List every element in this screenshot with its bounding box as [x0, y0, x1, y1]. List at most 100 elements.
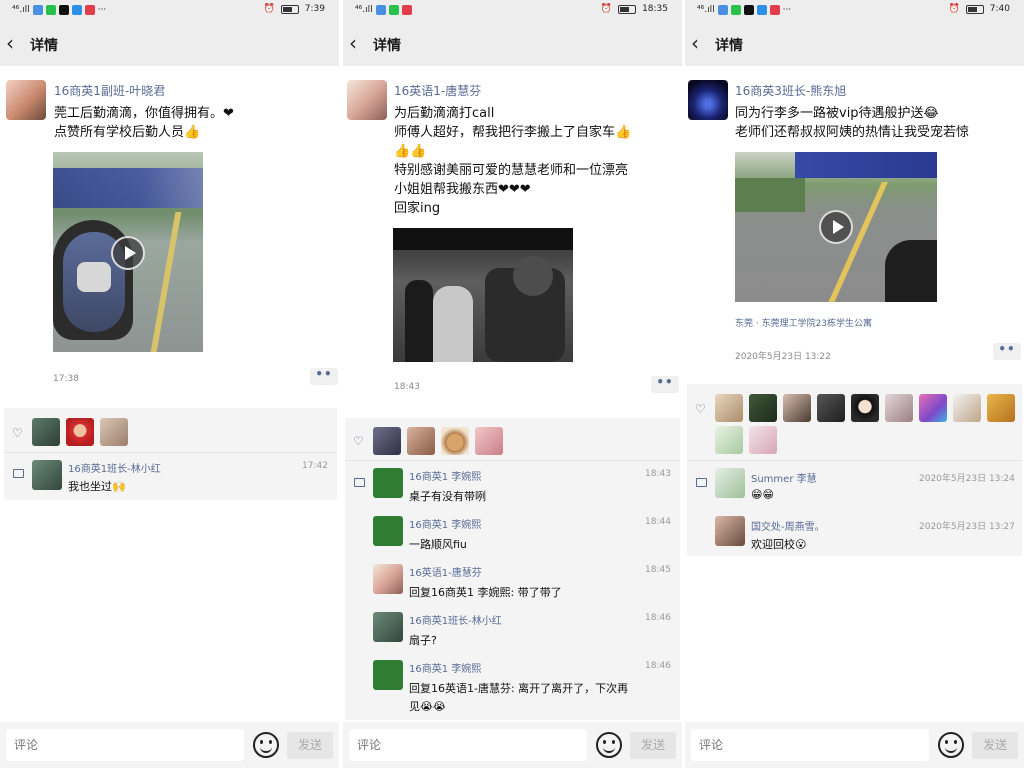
- more-options-button[interactable]: ••: [993, 343, 1021, 360]
- post-line: 老师们还帮叔叔阿姨的热情让我受宠若惊: [735, 125, 970, 140]
- comment-avatar[interactable]: [373, 660, 403, 690]
- nav-bar: ‹ 详情: [0, 22, 339, 66]
- app-icon: [45, 5, 56, 15]
- like-avatar[interactable]: [66, 418, 94, 446]
- comment-input[interactable]: [691, 729, 929, 761]
- battery-icon: [965, 4, 984, 14]
- author-name[interactable]: 16商英1副班-叶晓君: [54, 82, 165, 99]
- back-chevron-icon[interactable]: ‹: [691, 32, 711, 54]
- like-avatar[interactable]: [475, 427, 503, 455]
- like-avatar[interactable]: [441, 427, 469, 455]
- like-avatar[interactable]: [715, 426, 743, 454]
- back-chevron-icon[interactable]: ‹: [349, 32, 369, 54]
- send-button[interactable]: 发送: [972, 732, 1018, 759]
- signal-icon: ⁴⁶.ıll: [12, 5, 30, 15]
- post-video-thumbnail[interactable]: [735, 152, 937, 302]
- comment-avatar[interactable]: [715, 468, 745, 498]
- nav-bar: ‹ 详情: [343, 22, 682, 66]
- send-button[interactable]: 发送: [287, 732, 333, 759]
- app-icon: [84, 5, 95, 15]
- divider: [345, 460, 680, 461]
- comment-avatar[interactable]: [373, 468, 403, 498]
- comment-text: 😁😁: [751, 488, 774, 501]
- comment-author[interactable]: 16商英1班长-林小红: [68, 460, 161, 475]
- like-avatar[interactable]: [817, 394, 845, 422]
- post-location[interactable]: 东莞 · 东莞理工学院23栋学生公寓: [735, 316, 872, 329]
- comment-time: 18:45: [645, 565, 671, 575]
- like-avatar[interactable]: [885, 394, 913, 422]
- comment-avatar[interactable]: [373, 516, 403, 546]
- play-icon[interactable]: [819, 210, 853, 244]
- more-options-button[interactable]: ••: [651, 376, 679, 393]
- app-icon: [71, 5, 82, 15]
- like-avatar[interactable]: [749, 426, 777, 454]
- comment-text: 我也坐过🙌: [68, 480, 126, 493]
- trees-shape: [735, 178, 805, 212]
- likes-comments-area: ♡ 16商英1 李婉熙 18:43 桌子有没有带咧 16商英1 李婉熙 18:4…: [345, 418, 680, 720]
- comment-author[interactable]: 16商英1 李婉熙: [409, 468, 481, 483]
- like-avatar[interactable]: [715, 394, 743, 422]
- tent-roof-shape: [393, 228, 573, 250]
- post-line: 师傅人超好，帮我把行李搬上了自家车👍: [394, 125, 632, 140]
- heart-icon: ♡: [353, 434, 364, 448]
- canopy-shape: [53, 168, 203, 208]
- app-icon: [401, 5, 412, 15]
- comment-text: 回复16商英1 李婉熙: 带了带了: [409, 586, 562, 599]
- comment-time: 18:46: [645, 613, 671, 623]
- author-name[interactable]: 16英语1-唐慧芬: [394, 82, 481, 99]
- post-video-thumbnail[interactable]: [53, 152, 203, 352]
- like-avatar[interactable]: [851, 394, 879, 422]
- like-avatar[interactable]: [749, 394, 777, 422]
- signal-icon: ⁴⁶.ıll: [355, 5, 373, 15]
- alarm-icon: ⏰: [263, 4, 275, 14]
- post-line: 为后勤滴滴打call: [394, 106, 495, 121]
- more-options-button[interactable]: ••: [310, 368, 338, 385]
- comment-author[interactable]: 16商英1班长-林小红: [409, 612, 502, 627]
- comment-author[interactable]: Summer 李慧: [751, 470, 817, 485]
- comment-author[interactable]: 16商英1 李婉熙: [409, 660, 481, 675]
- heart-icon: ♡: [12, 426, 23, 440]
- post-photo[interactable]: [393, 228, 573, 362]
- battery-icon: [618, 4, 637, 14]
- author-avatar[interactable]: [688, 80, 728, 120]
- comment-avatar[interactable]: [373, 564, 403, 594]
- comment-avatar[interactable]: [715, 516, 745, 546]
- comment-author[interactable]: 16英语1-唐慧芬: [409, 564, 482, 579]
- like-avatar[interactable]: [953, 394, 981, 422]
- like-avatar[interactable]: [919, 394, 947, 422]
- comment-avatar[interactable]: [32, 460, 62, 490]
- like-avatar[interactable]: [783, 394, 811, 422]
- divider: [687, 460, 1022, 461]
- heart-icon: ♡: [695, 402, 706, 416]
- like-avatar[interactable]: [987, 394, 1015, 422]
- status-bar: ⁴⁶.ıll ··· ⏰ 7:39: [0, 0, 339, 22]
- back-chevron-icon[interactable]: ‹: [6, 32, 26, 54]
- nav-bar: ‹ 详情: [685, 22, 1024, 66]
- send-button[interactable]: 发送: [630, 732, 676, 759]
- comment-input[interactable]: [6, 729, 244, 761]
- author-avatar[interactable]: [6, 80, 46, 120]
- app-icon: [717, 5, 728, 15]
- post-time: 18:43: [394, 382, 420, 392]
- comment-time: 2020年5月23日 13:24: [919, 474, 1015, 484]
- comment-input[interactable]: [349, 729, 587, 761]
- app-icon: [756, 5, 767, 15]
- smiley-icon[interactable]: [253, 732, 279, 758]
- comment-bar: 发送: [685, 722, 1024, 768]
- like-avatar[interactable]: [100, 418, 128, 446]
- author-name[interactable]: 16商英3班长-熊东旭: [735, 82, 846, 99]
- like-avatar[interactable]: [407, 427, 435, 455]
- comment-text: 欢迎回校😮: [751, 538, 807, 551]
- comment-author[interactable]: 国交处-周燕雪。: [751, 518, 825, 533]
- comment-avatar[interactable]: [373, 612, 403, 642]
- comment-author[interactable]: 16商英1 李婉熙: [409, 516, 481, 531]
- comment-time: 18:46: [645, 661, 671, 671]
- post-text: 为后勤滴滴打call 师傅人超好，帮我把行李搬上了自家车👍 👍👍 特别感谢美丽可…: [394, 104, 631, 218]
- post-line: 同为行李多一路被vip待遇般护送😂: [735, 106, 939, 121]
- smiley-icon[interactable]: [938, 732, 964, 758]
- like-avatar[interactable]: [32, 418, 60, 446]
- play-icon[interactable]: [111, 236, 145, 270]
- author-avatar[interactable]: [347, 80, 387, 120]
- smiley-icon[interactable]: [596, 732, 622, 758]
- like-avatar[interactable]: [373, 427, 401, 455]
